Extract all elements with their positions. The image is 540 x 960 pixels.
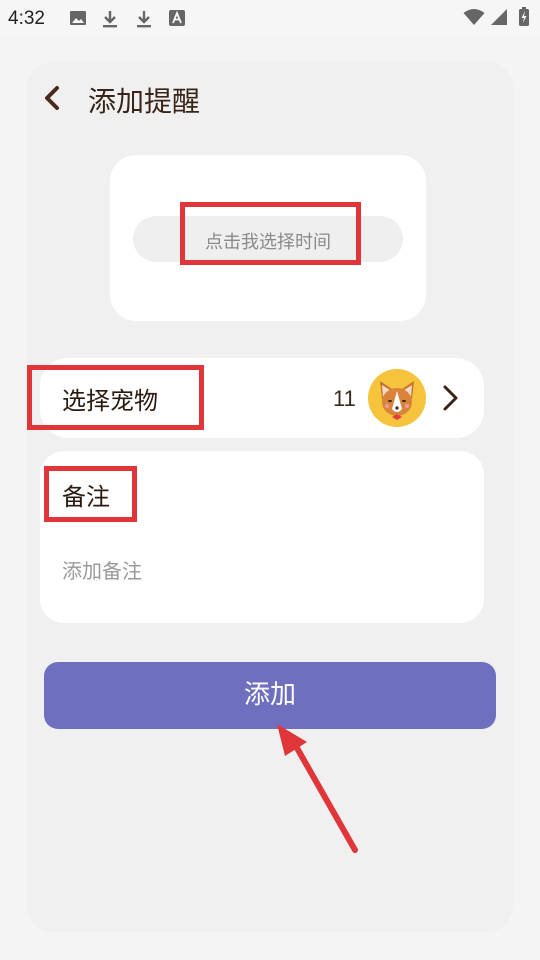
cellular-signal-icon: [491, 9, 507, 25]
image-icon: [70, 11, 86, 25]
corgi-avatar-icon: [368, 369, 426, 427]
wifi-icon: [463, 9, 485, 25]
annotation-arrow: [277, 724, 358, 853]
page-title: 添加提醒: [88, 85, 201, 118]
highlight-box-time: [180, 202, 361, 265]
font-a-icon: [169, 10, 185, 26]
download-icon: [137, 11, 151, 28]
battery-charging-icon: [519, 7, 529, 26]
add-button[interactable]: 添加: [44, 662, 496, 729]
highlight-box-note: [44, 466, 137, 522]
note-input[interactable]: 添加备注: [62, 555, 142, 584]
download-icon: [103, 11, 117, 28]
back-button[interactable]: [38, 82, 70, 114]
chevron-left-icon: [45, 86, 59, 110]
status-time: 4:32: [8, 8, 45, 29]
chevron-right-icon[interactable]: [438, 383, 464, 413]
status-bar: 4:32: [0, 0, 540, 36]
highlight-box-pet: [27, 365, 204, 430]
pet-count: 11: [333, 386, 356, 411]
